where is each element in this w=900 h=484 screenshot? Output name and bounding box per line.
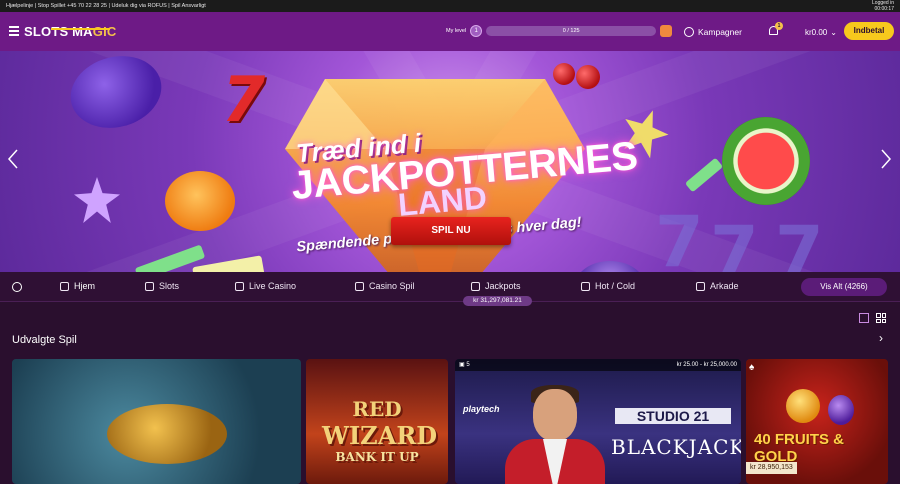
tab-label: Casino Spil	[369, 281, 415, 291]
menu-icon[interactable]	[9, 26, 19, 36]
tab-label: Live Casino	[249, 281, 297, 291]
campaigns-button[interactable]: Kampagner	[684, 27, 742, 37]
hero-banner[interactable]: 7 7 7 7 Træd ind i JACKPOTTERNES LAND Sp…	[0, 51, 900, 272]
slot-seven-graphic: 7	[655, 201, 704, 272]
level-progress[interactable]: My level 1 0 / 125	[446, 25, 673, 37]
category-nav	[0, 272, 900, 302]
game-card[interactable]	[12, 359, 301, 484]
cards-icon: ♠	[749, 362, 755, 373]
tab-label: Hot / Cold	[595, 281, 636, 291]
grapes-graphic	[575, 261, 645, 272]
game-card-40-fruits-gold[interactable]: ♠ 40 FRUITS & GOLD kr 28,950,153	[746, 359, 888, 484]
chevron-right-icon[interactable]: ›	[879, 331, 883, 345]
orange-graphic	[165, 171, 235, 231]
home-icon	[60, 281, 69, 291]
fish-graphic	[107, 404, 227, 464]
chevron-right-icon[interactable]	[879, 148, 893, 170]
watermelon-graphic	[722, 117, 810, 205]
star-graphic	[74, 177, 120, 223]
level-progress-bar: 0 / 125	[486, 26, 657, 36]
campaign-icon	[684, 27, 694, 37]
tab-slots[interactable]: Slots	[145, 281, 179, 291]
chevron-down-icon: ⌄	[830, 28, 837, 37]
tab-live-casino[interactable]: Live Casino	[235, 281, 296, 291]
game-card-red-wizard[interactable]: RED WIZARD BANK IT UP	[306, 359, 448, 484]
level-progress-text: 0 / 125	[562, 28, 580, 34]
site-logo[interactable]: SLOTS MAGIC	[24, 24, 116, 39]
tab-label: Arkade	[710, 281, 739, 291]
cherry-graphic	[576, 65, 600, 89]
dealer-graphic	[533, 389, 577, 441]
play-now-button[interactable]: SPIL NU	[391, 217, 511, 245]
slot-seven-graphic: 7	[775, 211, 824, 272]
lucky-seven-graphic: 7	[222, 63, 266, 136]
tab-casino-games[interactable]: Casino Spil	[355, 281, 415, 291]
tab-label: Slots	[159, 281, 180, 291]
tab-arcade[interactable]: Arkade	[696, 281, 739, 291]
level-label: My level	[446, 28, 467, 34]
studio-label: STUDIO 21	[615, 408, 731, 424]
grapes-graphic	[828, 395, 854, 425]
gift-icon[interactable]	[660, 25, 673, 37]
jackpot-icon	[471, 281, 480, 291]
logo-text: SLOTS MA	[24, 24, 93, 39]
session-info: Logged in 00:00:17	[872, 0, 894, 12]
game-card-studio21-blackjack[interactable]: ▣ 5 kr 25.00 - kr 25,000.00 playtech STU…	[455, 359, 741, 484]
table-info-bar: ▣ 5 kr 25.00 - kr 25,000.00	[455, 359, 741, 371]
seats-count: 5	[466, 362, 470, 368]
slot-machine-icon	[145, 281, 154, 291]
tab-label: Hjem	[74, 281, 96, 291]
notifications-button[interactable]: 1	[769, 22, 783, 37]
game-title: 40 FRUITS & GOLD	[754, 431, 845, 465]
orange-graphic	[786, 389, 820, 423]
section-title: Udvalgte Spil	[12, 334, 77, 346]
dealer-icon	[235, 281, 244, 291]
provider-logo: playtech	[463, 404, 500, 414]
chevron-left-icon[interactable]	[6, 148, 20, 170]
game-title: BLACKJACK	[611, 435, 741, 459]
search-icon[interactable]	[12, 282, 22, 292]
tab-home[interactable]: Hjem	[60, 281, 95, 291]
slot-seven-graphic: 7	[710, 211, 759, 272]
view-all-button[interactable]: Vis Alt (4266)	[801, 278, 887, 296]
balance-dropdown[interactable]: kr0.00 ⌄	[805, 28, 837, 37]
tab-label: Jackpots	[485, 281, 521, 291]
site-header: SLOTS MAGIC My level 1 0 / 125 Kampagner…	[0, 12, 900, 51]
jackpot-badge: kr 28,950,153	[746, 462, 797, 474]
tab-hot-cold[interactable]: Hot / Cold	[581, 281, 635, 291]
campaigns-label: Kampagner	[698, 27, 742, 37]
arcade-icon	[696, 281, 705, 291]
deposit-button[interactable]: Indbetal	[844, 22, 894, 40]
list-view-icon[interactable]	[859, 313, 869, 323]
logo-text-accent: GIC	[92, 24, 117, 39]
notification-count-badge: 1	[775, 22, 783, 30]
bet-limits: kr 25.00 - kr 25,000.00	[676, 362, 737, 368]
tab-jackpots[interactable]: Jackpots	[471, 281, 521, 291]
cherry-graphic	[553, 63, 575, 85]
grid-view-icon[interactable]	[876, 313, 886, 323]
game-logo: RED WIZARD BANK IT UP	[322, 397, 438, 464]
top-info-bar: Hjælpelinje | Stop Spillet +45 70 22 28 …	[0, 0, 900, 12]
jackpot-total-badge: kr 31,297,081.21	[463, 296, 532, 306]
level-badge: 1	[470, 25, 483, 37]
cards-icon	[355, 281, 364, 291]
active-tab-indicator	[51, 28, 110, 30]
balance-value: kr0.00	[805, 28, 828, 37]
snowflake-icon	[581, 281, 590, 291]
responsible-gaming-text[interactable]: Hjælpelinje | Stop Spillet +45 70 22 28 …	[6, 3, 894, 9]
